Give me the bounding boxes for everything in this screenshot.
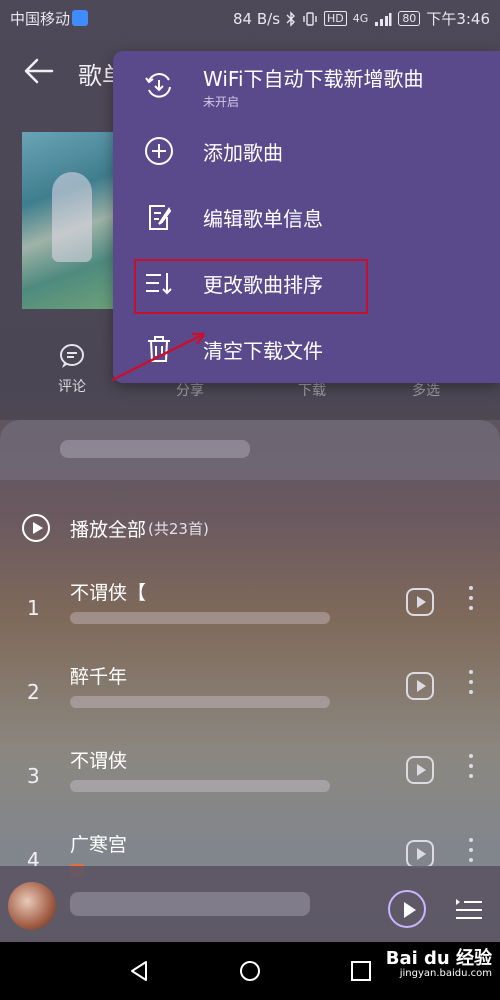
menu-item-wifi-download[interactable]: WiFi下自动下载新增歌曲 未开启 [113, 51, 500, 117]
mv-icon[interactable] [406, 840, 434, 868]
more-icon[interactable] [468, 838, 474, 868]
song-artist [70, 696, 330, 708]
network-type: 4G [352, 12, 369, 25]
song-row[interactable]: 1 不谓侠【 [0, 566, 500, 646]
song-title: 醉千年 [70, 666, 128, 688]
menu-item-label: 添加歌曲 [203, 141, 283, 165]
menu-item-edit-playlist[interactable]: 编辑歌单信息 [113, 183, 500, 249]
watermark-url: jingyan.baidu.com [399, 968, 492, 979]
comment-icon [60, 344, 84, 368]
song-title: 广寒宫 [70, 834, 128, 856]
mv-icon[interactable] [406, 672, 434, 700]
playlist-queue-icon[interactable] [454, 896, 484, 922]
search-bar[interactable] [60, 440, 250, 458]
status-time: 下午3:46 [426, 10, 490, 28]
nav-recents-icon[interactable] [350, 960, 372, 982]
multiselect-button[interactable]: 多选 [396, 380, 456, 400]
highlight-box [134, 259, 368, 314]
comment-button[interactable]: 评论 [42, 342, 102, 396]
notification-icon [72, 10, 89, 26]
song-number: 3 [27, 764, 40, 788]
annotation-arrow-icon [111, 332, 206, 382]
page-title: 歌单 [78, 62, 118, 90]
song-number: 1 [27, 596, 40, 620]
song-artist [70, 780, 330, 792]
song-number: 2 [27, 680, 40, 704]
add-circle-icon [145, 137, 173, 165]
more-icon[interactable] [468, 586, 474, 616]
menu-item-label: 清空下载文件 [203, 339, 323, 363]
more-icon[interactable] [468, 754, 474, 784]
menu-item-add-song[interactable]: 添加歌曲 [113, 117, 500, 183]
signal-icon [375, 12, 392, 26]
vibrate-icon [303, 11, 317, 26]
play-all-button[interactable]: 播放全部 (共23首) [22, 514, 209, 542]
hd-icon: HD [324, 11, 347, 26]
play-circle-icon [22, 514, 50, 542]
edit-icon [149, 205, 172, 230]
bluetooth-icon [286, 10, 296, 27]
song-row[interactable]: 2 醉千年 [0, 650, 500, 730]
play-pause-button[interactable] [388, 890, 426, 928]
status-right: 84 B/s HD 4G 80 下午3:46 [233, 8, 490, 29]
mv-icon[interactable] [406, 588, 434, 616]
menu-item-label: WiFi下自动下载新增歌曲 [203, 67, 424, 91]
carrier-label: 中国移动 [10, 10, 71, 28]
song-count: (共23首) [148, 519, 209, 538]
download-button[interactable]: 下载 [282, 380, 342, 400]
mini-player[interactable] [0, 866, 500, 942]
song-artist [70, 612, 330, 624]
network-speed: 84 B/s [233, 9, 281, 28]
wifi-download-icon [145, 73, 171, 98]
mv-icon[interactable] [406, 756, 434, 784]
multiselect-label: 多选 [412, 383, 440, 399]
song-title: 不谓侠 [70, 750, 128, 772]
status-bar: 中国移动 84 B/s HD 4G 80 下午3:46 [0, 0, 500, 34]
nav-back-icon[interactable] [128, 960, 150, 982]
comment-label: 评论 [58, 379, 86, 395]
song-title: 不谓侠【 [70, 582, 147, 604]
menu-item-status: 未开启 [203, 95, 240, 109]
status-carrier: 中国移动 [10, 8, 89, 29]
now-playing-art[interactable] [8, 882, 56, 930]
watermark: Bai du 经验 jingyan.baidu.com [386, 944, 492, 979]
playlist-cover[interactable] [22, 132, 117, 309]
song-row[interactable]: 3 不谓侠 [0, 734, 500, 814]
more-icon[interactable] [468, 670, 474, 700]
watermark-brand: Bai du 经验 [385, 948, 492, 969]
download-label: 下载 [298, 383, 326, 399]
battery-icon: 80 [398, 11, 421, 26]
back-arrow-icon[interactable] [22, 54, 56, 88]
nav-home-icon[interactable] [239, 960, 261, 982]
now-playing-info[interactable] [70, 892, 310, 916]
menu-item-label: 编辑歌单信息 [203, 207, 323, 231]
play-all-label: 播放全部 [70, 518, 147, 541]
